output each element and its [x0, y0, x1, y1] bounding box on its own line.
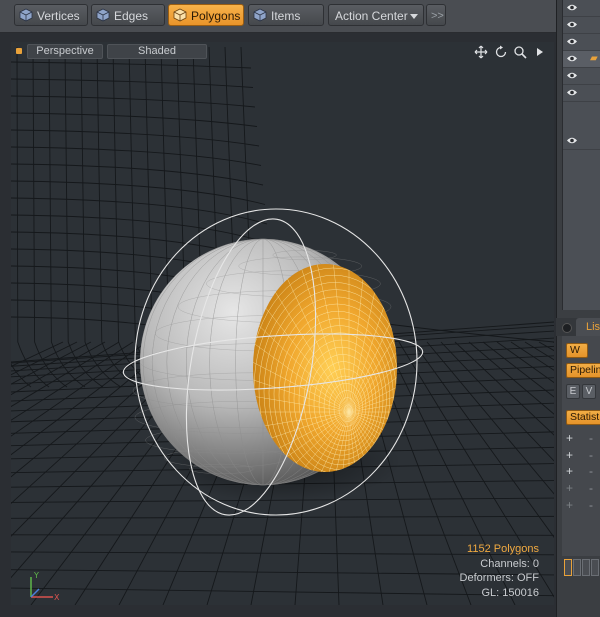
minus-icon[interactable]: - — [589, 480, 593, 496]
more-button[interactable]: >> — [426, 4, 446, 26]
polygons-cube-icon — [173, 8, 187, 22]
axis-orientation-icon: Y X — [30, 571, 60, 602]
e-button[interactable]: E — [566, 384, 580, 399]
eye-icon[interactable] — [567, 3, 577, 12]
vertices-label: Vertices — [37, 9, 80, 23]
move-icon[interactable] — [474, 45, 488, 59]
edges-label: Edges — [114, 9, 149, 23]
plus-icon[interactable]: + — [566, 448, 573, 462]
edges-cube-icon — [96, 8, 110, 22]
item-list-panel: ▰ — [562, 0, 600, 310]
list-item[interactable] — [563, 34, 600, 51]
expand-row[interactable]: + - — [566, 480, 600, 496]
polygon-count: 1152 Polygons — [467, 543, 539, 555]
axis-x-label: X — [54, 593, 60, 602]
gl-count: GL: 150016 — [481, 586, 540, 599]
polygons-button[interactable]: Polygons — [168, 4, 244, 26]
w-button[interactable]: W — [566, 343, 588, 358]
expand-row[interactable]: + - — [566, 497, 600, 513]
selection-mode-toolbar: Vertices Edges Polygons Items Action Cen… — [0, 0, 556, 33]
plus-icon[interactable]: + — [566, 431, 573, 445]
plus-icon[interactable]: + — [566, 481, 573, 495]
zoom-icon[interactable] — [513, 45, 527, 59]
minus-icon[interactable]: - — [589, 430, 593, 446]
minus-icon[interactable]: - — [589, 463, 593, 479]
list-item[interactable] — [563, 68, 600, 85]
play-icon[interactable] — [533, 45, 547, 59]
vertices-cube-icon — [19, 8, 33, 22]
statistics-button[interactable]: Statist — [566, 410, 600, 425]
shading-label: Shaded — [138, 45, 176, 57]
tab-list[interactable]: Lis — [576, 318, 600, 336]
vertices-button[interactable]: Vertices — [14, 4, 88, 26]
items-cube-icon — [253, 8, 267, 22]
w-button-label: W — [570, 344, 580, 356]
3d-viewport[interactable]: Perspective Shaded 1152 Polygons Channel… — [11, 42, 554, 605]
layout-slot[interactable] — [564, 559, 572, 576]
scene-statistics: 1152 Polygons Channels: 0 Deformers: OFF… — [460, 542, 539, 600]
layout-switcher — [562, 556, 600, 582]
eye-icon[interactable] — [567, 71, 577, 80]
v-button[interactable]: V — [582, 384, 596, 399]
projection-label: Perspective — [36, 45, 94, 57]
viewport-scene — [11, 46, 554, 605]
pipeline-label: Pipelin — [570, 364, 600, 376]
list-item[interactable] — [563, 0, 600, 17]
expand-row[interactable]: + - — [566, 430, 600, 446]
eye-icon[interactable] — [567, 20, 577, 29]
minus-icon[interactable]: - — [589, 447, 593, 463]
layout-slot[interactable] — [591, 559, 599, 576]
action-center-dropdown[interactable]: Action Center — [328, 4, 424, 26]
active-item-icon: ▰ — [590, 53, 598, 64]
pipeline-button[interactable]: Pipelin — [566, 363, 600, 378]
viewport-menu-icon[interactable] — [16, 48, 22, 54]
chevron-down-icon — [410, 14, 418, 19]
e-button-label: E — [569, 386, 577, 397]
eye-icon[interactable] — [567, 136, 577, 145]
tab-list-label: Lis — [586, 321, 600, 333]
panel-menu-icon[interactable] — [562, 323, 572, 333]
eye-icon[interactable] — [567, 54, 577, 63]
statistics-label: Statist — [570, 411, 600, 423]
action-center-label: Action Center — [335, 9, 408, 23]
list-item[interactable] — [563, 85, 600, 102]
viewport-header: Perspective Shaded — [11, 42, 554, 62]
shading-dropdown[interactable]: Shaded — [107, 44, 207, 59]
items-button[interactable]: Items — [248, 4, 324, 26]
properties-panel: W Pipelin E V Statist + - + - + - + - + … — [562, 336, 600, 556]
layout-slot[interactable] — [582, 559, 590, 576]
list-item[interactable] — [563, 133, 600, 150]
plus-icon[interactable]: + — [566, 464, 573, 478]
minus-icon[interactable]: - — [589, 497, 593, 513]
v-button-label: V — [585, 386, 593, 397]
items-label: Items — [271, 9, 301, 23]
expand-row[interactable]: + - — [566, 463, 600, 479]
channel-count: Channels: 0 — [480, 557, 539, 570]
layout-slot[interactable] — [573, 559, 581, 576]
axis-y-label: Y — [33, 571, 39, 580]
eye-icon[interactable] — [567, 88, 577, 97]
rotate-icon[interactable] — [494, 45, 508, 59]
edges-button[interactable]: Edges — [91, 4, 165, 26]
projection-dropdown[interactable]: Perspective — [27, 44, 103, 59]
panel-tab-bar: Lis — [556, 318, 600, 336]
list-item-selected[interactable]: ▰ — [563, 51, 600, 68]
expand-row[interactable]: + - — [566, 447, 600, 463]
deformer-status: Deformers: OFF — [459, 572, 539, 584]
polygons-label: Polygons — [191, 9, 241, 23]
list-item[interactable] — [563, 17, 600, 34]
eye-icon[interactable] — [567, 37, 577, 46]
plus-icon[interactable]: + — [566, 498, 573, 512]
more-label: >> — [431, 10, 444, 22]
